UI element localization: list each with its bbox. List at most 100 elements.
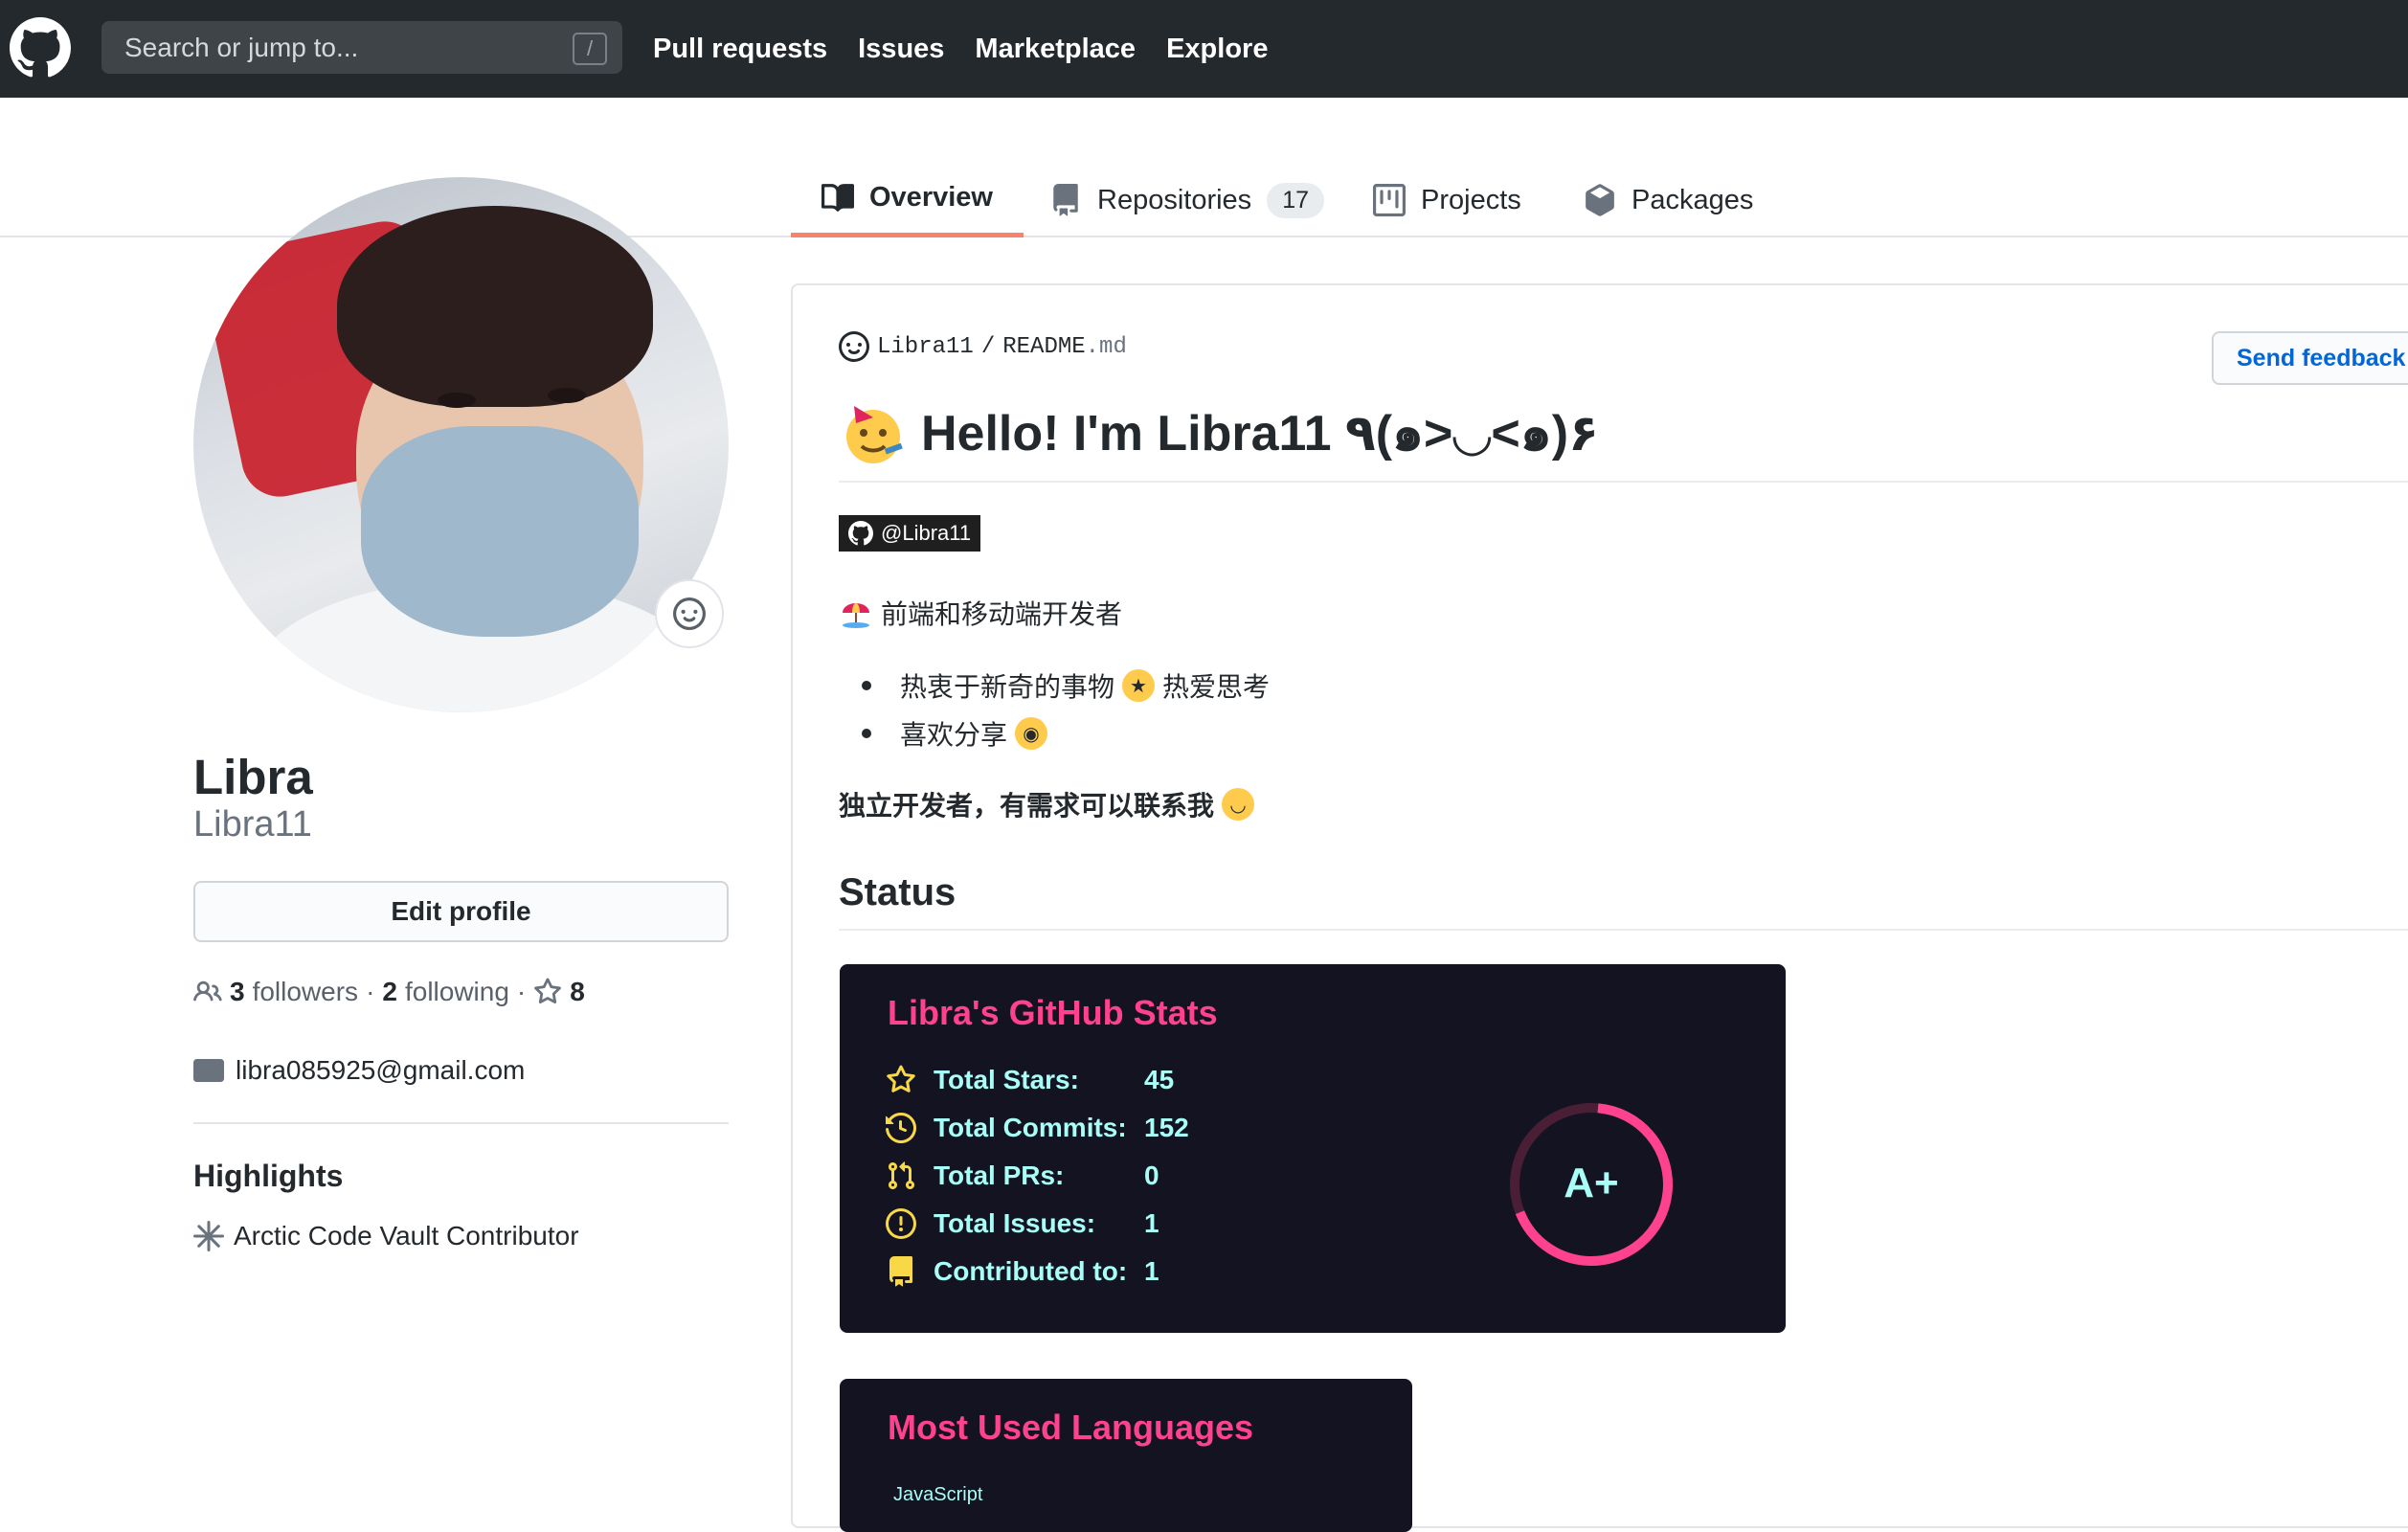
following-count[interactable]: 2 <box>382 977 397 1007</box>
book-icon <box>821 183 854 212</box>
star-icon <box>534 978 562 1004</box>
repo-icon <box>1053 184 1078 216</box>
search-input[interactable]: Search or jump to... / <box>101 21 622 74</box>
github-stats-card[interactable]: Libra's GitHub Stats Total Stars: 45 Tot… <box>840 964 1786 1333</box>
stat-value: 1 <box>1144 1208 1159 1238</box>
readme-file-ext: .md <box>1085 333 1127 360</box>
nav-explore[interactable]: Explore <box>1166 34 1268 65</box>
readme-heading: Hello! I'm Libra11 ٩(๑>◡<๑)۶ <box>839 393 1599 472</box>
smiley-icon <box>839 331 869 362</box>
set-status-button[interactable] <box>655 579 724 648</box>
bullet-2-text: 喜欢分享 <box>900 720 1008 750</box>
stat-row-contributed: Contributed to: 1 <box>886 1256 1159 1287</box>
tab-projects-label: Projects <box>1421 184 1521 215</box>
tab-projects[interactable]: Projects <box>1373 163 1521 237</box>
profile-login: Libra11 <box>193 804 312 845</box>
snowflake-icon <box>193 1221 224 1251</box>
tab-repositories[interactable]: Repositories 17 <box>1049 163 1324 237</box>
tab-repositories-label: Repositories <box>1097 184 1252 215</box>
stat-value: 152 <box>1144 1113 1189 1142</box>
tab-overview[interactable]: Overview <box>791 163 1024 237</box>
issue-icon <box>886 1208 916 1239</box>
avatar-hair <box>337 206 653 407</box>
grade-ring: A+ <box>1510 1103 1673 1266</box>
repositories-count-badge: 17 <box>1267 182 1324 218</box>
stars-count[interactable]: 8 <box>570 977 585 1007</box>
readme-heading-text: Hello! I'm Libra11 ٩(๑>◡<๑)۶ <box>921 406 1599 462</box>
followers-count[interactable]: 3 <box>230 977 245 1007</box>
nav-marketplace[interactable]: Marketplace <box>975 34 1136 65</box>
star-struck-emoji-icon: ★ <box>1122 669 1156 702</box>
github-logo-icon <box>848 521 873 546</box>
stat-value: 0 <box>1144 1160 1159 1190</box>
smiley-icon <box>673 597 706 630</box>
tab-overview-label: Overview <box>869 182 993 213</box>
intro-text: 前端和移动端开发者 <box>881 599 1123 629</box>
profile-avatar[interactable] <box>193 177 729 712</box>
dot-separator: · <box>516 977 527 1006</box>
nav-pull-requests[interactable]: Pull requests <box>653 34 827 65</box>
highlight-arctic-vault[interactable]: Arctic Code Vault Contributor <box>193 1221 579 1251</box>
beach-umbrella-emoji-icon <box>843 603 869 628</box>
stat-label: Total PRs: <box>934 1160 1065 1190</box>
stat-row-stars: Total Stars: 45 <box>886 1065 1174 1095</box>
highlight-label: Arctic Code Vault Contributor <box>234 1221 579 1250</box>
readme-file-name: README <box>1002 333 1086 360</box>
project-board-icon <box>1373 184 1406 216</box>
stat-label: Total Issues: <box>934 1208 1096 1238</box>
stat-value: 45 <box>1144 1065 1175 1094</box>
stat-label: Contributed to: <box>934 1256 1128 1286</box>
readme-file-link[interactable]: README.md <box>1002 334 1127 360</box>
tab-packages[interactable]: Packages <box>1584 163 1753 237</box>
readme-path: Libra11 / README.md <box>839 331 1127 362</box>
readme-contact: 独立开发者，有需求可以联系我 ◡ <box>839 785 1255 823</box>
stat-label: Total Stars: <box>934 1065 1079 1094</box>
readme-owner-link[interactable]: Libra11 <box>877 334 974 360</box>
bullet-1-text-b: 热爱思考 <box>1162 672 1271 702</box>
stat-label: Total Commits: <box>934 1113 1127 1142</box>
status-heading: Status <box>839 871 956 913</box>
repo-icon <box>889 1256 912 1287</box>
languages-card-title: Most Used Languages <box>888 1408 1254 1447</box>
top-nav-links: Pull requests Issues Marketplace Explore <box>653 0 1268 98</box>
email-link[interactable]: libra085925@gmail.com <box>236 1055 525 1086</box>
partying-face-emoji-icon <box>846 405 903 463</box>
stat-row-commits: Total Commits: 152 <box>886 1113 1189 1143</box>
github-username-badge[interactable]: @Libra11 <box>839 515 981 552</box>
list-item: 喜欢分享 ◉ <box>862 714 1048 753</box>
contact-text: 独立开发者，有需求可以联系我 <box>839 791 1215 821</box>
badge-label: @Libra11 <box>881 521 972 545</box>
send-feedback-button[interactable]: Send feedback <box>2212 331 2408 385</box>
avatar-eye-right <box>548 388 586 403</box>
profile-email: libra085925@gmail.com <box>193 1055 525 1086</box>
list-item: 热衷于新奇的事物 ★ 热爱思考 <box>862 666 1270 705</box>
search-shortcut-key: / <box>573 33 607 65</box>
readme-intro: 前端和移动端开发者 <box>839 594 1122 632</box>
edit-profile-button[interactable]: Edit profile <box>193 881 729 942</box>
bullet-1-text-a: 热衷于新奇的事物 <box>900 672 1115 702</box>
star-icon <box>887 1065 915 1093</box>
path-separator: / <box>980 333 996 360</box>
pull-request-icon <box>888 1161 915 1190</box>
grade-text: A+ <box>1564 1160 1618 1206</box>
status-rule <box>839 929 2408 931</box>
followers-label[interactable]: followers <box>253 977 358 1007</box>
smiling-face-emoji-icon: ◡ <box>1222 788 1255 821</box>
stats-card-title: Libra's GitHub Stats <box>888 993 1218 1032</box>
tab-packages-label: Packages <box>1632 184 1754 215</box>
stat-row-issues: Total Issues: 1 <box>886 1208 1159 1239</box>
profile-name: Libra <box>193 750 313 804</box>
github-logo-icon[interactable] <box>10 17 71 79</box>
following-label[interactable]: following <box>405 977 509 1007</box>
face-with-monocle-emoji-icon: ◉ <box>1015 717 1048 750</box>
stat-value: 1 <box>1144 1256 1159 1286</box>
avatar-eye-left <box>438 393 476 408</box>
nav-issues[interactable]: Issues <box>858 34 944 65</box>
most-used-languages-card[interactable]: Most Used Languages JavaScript <box>840 1379 1412 1532</box>
heading-rule <box>839 481 2408 483</box>
stat-row-prs: Total PRs: 0 <box>886 1160 1159 1191</box>
avatar-face-mask <box>361 426 639 637</box>
highlights-heading: Highlights <box>193 1159 344 1193</box>
mail-icon <box>193 1059 224 1082</box>
top-navigation-bar: Search or jump to... / Pull requests Iss… <box>0 0 2408 98</box>
